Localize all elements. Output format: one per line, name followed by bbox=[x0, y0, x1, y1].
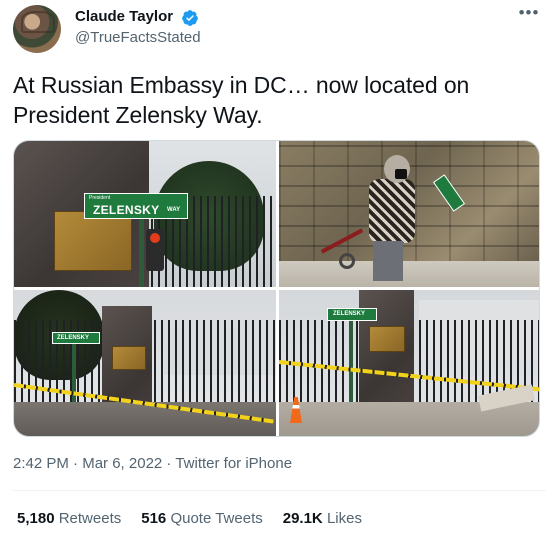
source-link[interactable]: Twitter for iPhone bbox=[175, 455, 292, 472]
sidewalk bbox=[279, 261, 539, 287]
traffic-light bbox=[146, 229, 164, 271]
tweet-text: At Russian Embassy in DC… now located on… bbox=[13, 72, 470, 128]
photo-gate-tape-left[interactable]: ZELENSKY bbox=[14, 290, 276, 436]
engagement-stats: 5,180 Retweets 516 Quote Tweets 29.1K Li… bbox=[17, 510, 362, 527]
pavement bbox=[14, 402, 276, 436]
meta-separator: · bbox=[162, 455, 176, 472]
media-grid: President ZELENSKY WAY ZELENSKY ZELENSKY bbox=[13, 140, 540, 437]
tweet-meta: 2:42 PM · Mar 6, 2022 · Twitter for iPho… bbox=[13, 455, 292, 472]
embassy-plaque bbox=[369, 326, 405, 352]
trousers bbox=[373, 241, 403, 281]
sign-zelensky-text: ZELENSKY bbox=[93, 203, 160, 217]
handle[interactable]: @TrueFactsStated bbox=[75, 29, 201, 46]
likes-stat[interactable]: 29.1K Likes bbox=[283, 510, 362, 527]
timestamp-link[interactable]: 2:42 PM · Mar 6, 2022 bbox=[13, 455, 162, 472]
street-sign: ZELENSKY bbox=[52, 332, 100, 344]
photo-gate-tape-right[interactable]: ZELENSKY bbox=[279, 290, 539, 436]
photo-embassy-sign[interactable]: President ZELENSKY WAY bbox=[14, 141, 276, 287]
photo-person-with-sign[interactable] bbox=[279, 141, 539, 287]
wheel bbox=[339, 253, 355, 269]
retweets-count: 5,180 bbox=[17, 510, 55, 527]
sign-zelensky-text: ZELENSKY bbox=[333, 311, 366, 317]
street-sign: ZELENSKY bbox=[327, 308, 377, 321]
quote-tweets-stat[interactable]: 516 Quote Tweets bbox=[141, 510, 262, 527]
verified-badge-icon bbox=[182, 10, 198, 26]
more-icon[interactable]: ••• bbox=[518, 4, 540, 26]
retweets-stat[interactable]: 5,180 Retweets bbox=[17, 510, 121, 527]
street-sign: President ZELENSKY WAY bbox=[84, 193, 188, 219]
sign-pole bbox=[139, 211, 144, 287]
display-name[interactable]: Claude Taylor bbox=[75, 8, 173, 25]
quote-tweets-label: Quote Tweets bbox=[170, 510, 263, 527]
embassy-plaque bbox=[112, 346, 146, 370]
likes-label: Likes bbox=[326, 510, 362, 527]
tweet-card: Claude Taylor @TrueFactsStated ••• At Ru… bbox=[0, 0, 560, 542]
likes-count: 29.1K bbox=[282, 510, 323, 527]
sign-way-text: WAY bbox=[167, 207, 181, 213]
divider bbox=[13, 490, 546, 491]
quote-tweets-count: 516 bbox=[141, 510, 167, 527]
face-mask bbox=[395, 169, 407, 179]
retweets-label: Retweets bbox=[58, 510, 122, 527]
sign-zelensky-text: ZELENSKY bbox=[57, 335, 90, 341]
patterned-shirt bbox=[369, 179, 415, 243]
embassy-plaque bbox=[54, 211, 132, 271]
sign-president-text: President bbox=[89, 195, 111, 201]
avatar[interactable] bbox=[13, 5, 61, 53]
